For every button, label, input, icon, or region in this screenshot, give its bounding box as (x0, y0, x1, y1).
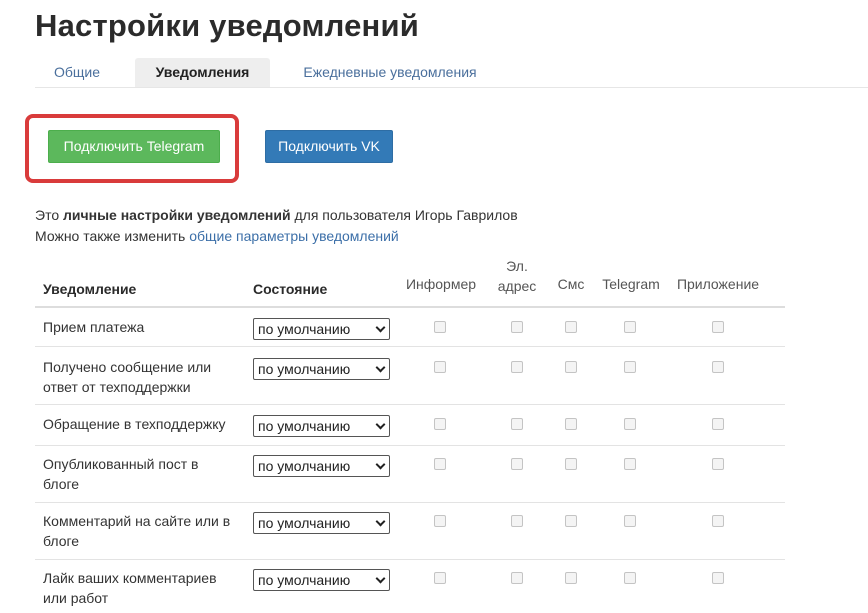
row-label: Комментарий на сайте или в блоге (43, 513, 231, 549)
chevron-down-icon (375, 419, 386, 430)
state-select-value: по умолчанию (258, 458, 351, 474)
general-settings-link[interactable]: общие параметры уведомлений (189, 228, 399, 244)
connect-telegram-button[interactable]: Подключить Telegram (48, 130, 220, 163)
chevron-down-icon (375, 322, 386, 333)
email-checkbox[interactable] (511, 515, 523, 527)
app-checkbox[interactable] (712, 418, 724, 430)
info-suffix: для пользователя Игорь Гаврилов (290, 207, 518, 223)
tabs-bar: Общие Уведомления Ежедневные уведомления (35, 58, 868, 88)
state-select-value: по умолчанию (258, 418, 351, 434)
informer-checkbox[interactable] (434, 418, 446, 430)
state-select-value: по умолчанию (258, 572, 351, 588)
informer-checkbox[interactable] (434, 321, 446, 333)
row-label: Получено сообщение или ответ от техподде… (43, 359, 212, 395)
header-sms: Смс (557, 276, 585, 292)
info-bold-text: личные настройки уведомлений (63, 207, 291, 223)
table-row: Лайк ваших комментариев или работ по умо… (35, 560, 785, 613)
tab-daily-notifications[interactable]: Ежедневные уведомления (293, 58, 487, 87)
app-checkbox[interactable] (712, 572, 724, 584)
sms-checkbox[interactable] (565, 418, 577, 430)
sms-checkbox[interactable] (565, 515, 577, 527)
state-select-value: по умолчанию (258, 321, 351, 337)
header-notification: Уведомление (43, 281, 137, 297)
header-email-line1: Эл. (506, 258, 528, 274)
header-telegram: Telegram (602, 276, 660, 292)
telegram-checkbox[interactable] (624, 321, 636, 333)
info-line2-prefix: Можно также изменить (35, 228, 190, 244)
general-settings-info: Можно также изменить общие параметры уве… (35, 228, 399, 244)
sms-checkbox[interactable] (565, 572, 577, 584)
header-email-line2: адрес (497, 278, 537, 294)
tab-general[interactable]: Общие (35, 58, 119, 87)
header-email: Эл. адрес (492, 256, 542, 296)
state-select[interactable]: по умолчанию (253, 569, 390, 591)
informer-checkbox[interactable] (434, 361, 446, 373)
chevron-down-icon (375, 459, 386, 470)
row-label: Опубликованный пост в блоге (43, 456, 199, 492)
state-select[interactable]: по умолчанию (253, 318, 390, 340)
informer-checkbox[interactable] (434, 572, 446, 584)
state-select[interactable]: по умолчанию (253, 512, 390, 534)
tab-notifications[interactable]: Уведомления (135, 58, 270, 87)
personal-settings-info: Это личные настройки уведомлений для пол… (35, 207, 518, 223)
email-checkbox[interactable] (511, 572, 523, 584)
table-row: Получено сообщение или ответ от техподде… (35, 347, 785, 405)
state-select[interactable]: по умолчанию (253, 415, 390, 437)
sms-checkbox[interactable] (565, 321, 577, 333)
email-checkbox[interactable] (511, 321, 523, 333)
telegram-checkbox[interactable] (624, 515, 636, 527)
chevron-down-icon (375, 573, 386, 584)
header-app: Приложение (676, 276, 760, 292)
app-checkbox[interactable] (712, 515, 724, 527)
state-select[interactable]: по умолчанию (253, 455, 390, 477)
app-checkbox[interactable] (712, 361, 724, 373)
state-select[interactable]: по умолчанию (253, 358, 390, 380)
info-prefix: Это (35, 207, 63, 223)
state-select-value: по умолчанию (258, 515, 351, 531)
sms-checkbox[interactable] (565, 361, 577, 373)
email-checkbox[interactable] (511, 458, 523, 470)
connect-vk-button[interactable]: Подключить VK (265, 130, 393, 163)
informer-checkbox[interactable] (434, 458, 446, 470)
table-row: Комментарий на сайте или в блоге по умол… (35, 503, 785, 560)
page-title: Настройки уведомлений (35, 8, 419, 43)
email-checkbox[interactable] (511, 361, 523, 373)
app-checkbox[interactable] (712, 458, 724, 470)
header-state: Состояние (253, 281, 328, 297)
telegram-checkbox[interactable] (624, 458, 636, 470)
row-label: Лайк ваших комментариев или работ (43, 570, 217, 606)
informer-checkbox[interactable] (434, 515, 446, 527)
state-select-value: по умолчанию (258, 361, 351, 377)
header-informer: Информер (405, 276, 477, 292)
table-row: Обращение в техподдержку по умолчанию (35, 405, 785, 446)
app-checkbox[interactable] (712, 321, 724, 333)
table-row: Прием платежа по умолчанию (35, 308, 785, 347)
table-row: Опубликованный пост в блоге по умолчанию (35, 446, 785, 503)
telegram-checkbox[interactable] (624, 361, 636, 373)
row-label: Прием платежа (43, 319, 145, 335)
telegram-checkbox[interactable] (624, 418, 636, 430)
row-label: Обращение в техподдержку (43, 416, 226, 432)
telegram-checkbox[interactable] (624, 572, 636, 584)
email-checkbox[interactable] (511, 418, 523, 430)
sms-checkbox[interactable] (565, 458, 577, 470)
chevron-down-icon (375, 362, 386, 373)
chevron-down-icon (375, 516, 386, 527)
